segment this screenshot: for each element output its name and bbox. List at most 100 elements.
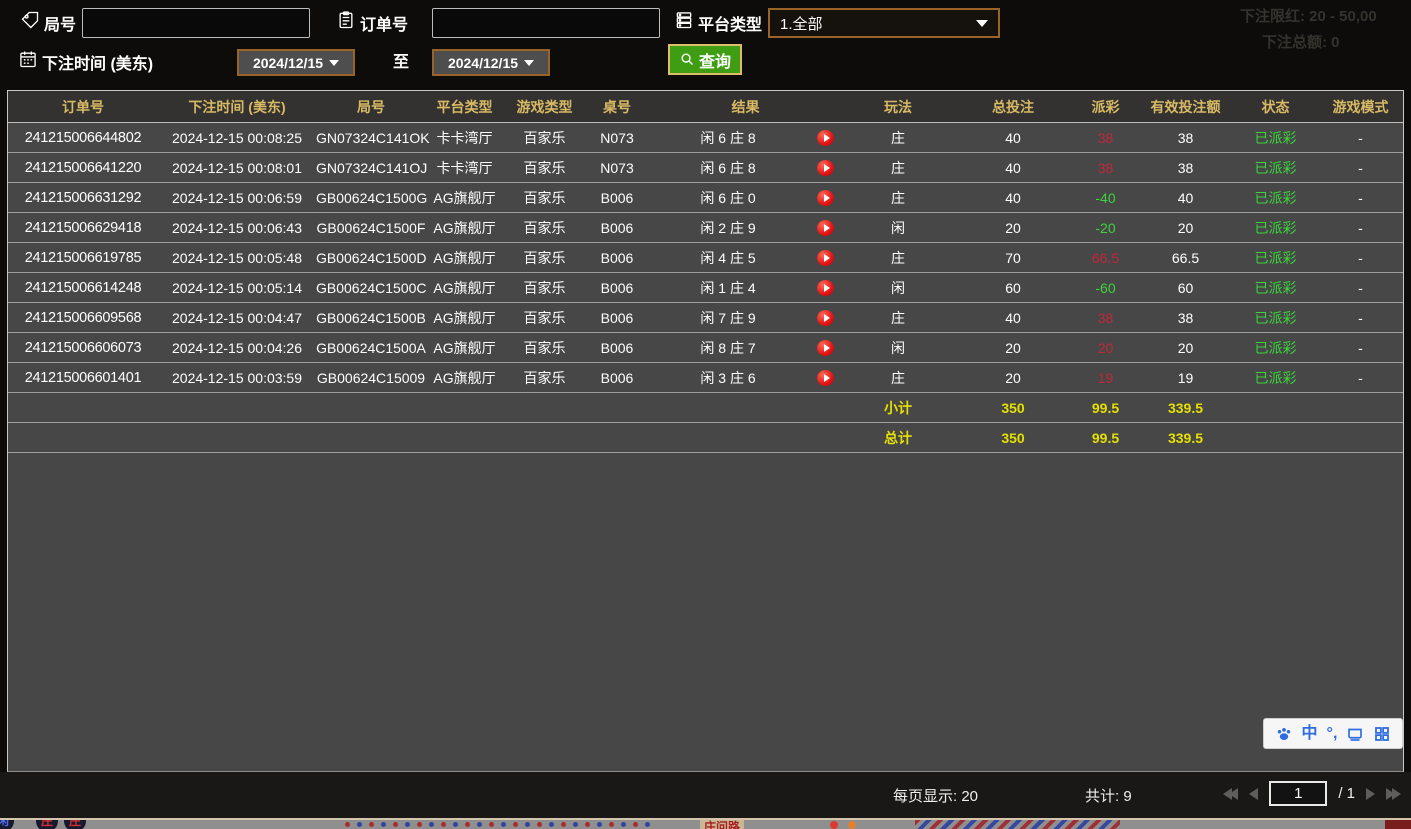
cell-mode: - xyxy=(1318,370,1403,386)
cell-round: GN07324C141OK xyxy=(316,130,426,146)
cell-valid: 60 xyxy=(1138,280,1233,296)
cell-time: 2024-12-15 00:04:26 xyxy=(158,340,316,356)
play-video-icon[interactable] xyxy=(817,250,834,266)
column-header-total: 总投注 xyxy=(953,97,1073,117)
play-video-icon[interactable] xyxy=(817,370,834,386)
cell-platform: AG旗舰厅 xyxy=(426,338,503,358)
roadmap-dot-row xyxy=(345,822,650,827)
cell-playtype: 庄 xyxy=(843,128,953,148)
cell-round: GB00624C1500G xyxy=(316,190,426,206)
page-total-label: / 1 xyxy=(1338,785,1355,802)
table-row: 2412150066060732024-12-15 00:04:26GB0062… xyxy=(8,333,1403,363)
play-video-icon[interactable] xyxy=(817,130,834,146)
ime-language-toggle[interactable]: 中 xyxy=(1302,726,1318,742)
round-number-input[interactable] xyxy=(82,8,310,38)
chevron-down-icon xyxy=(524,60,534,66)
table-row: 2412150066412202024-12-15 00:08:01GN0732… xyxy=(8,153,1403,183)
first-page-button[interactable] xyxy=(1223,788,1238,800)
previous-page-button[interactable] xyxy=(1249,788,1258,800)
play-video-icon[interactable] xyxy=(817,220,834,236)
search-icon xyxy=(679,51,696,68)
date-from-picker[interactable]: 2024/12/15 xyxy=(237,49,355,76)
cell-play xyxy=(808,159,843,176)
table-row: 2412150066197852024-12-15 00:05:48GB0062… xyxy=(8,243,1403,273)
results-table: 订单号下注时间 (美东)局号平台类型游戏类型桌号结果玩法总投注派彩有效投注额状态… xyxy=(7,90,1404,772)
cell-tableno: B006 xyxy=(586,220,648,236)
subtotal-row-payout: 99.5 xyxy=(1073,400,1138,416)
grid-menu-icon[interactable] xyxy=(1373,725,1391,743)
grand-total-row-total: 350 xyxy=(953,430,1073,446)
cell-round: GB00624C1500A xyxy=(316,340,426,356)
cell-round: GN07324C141OJ xyxy=(316,160,426,176)
play-video-icon[interactable] xyxy=(817,190,834,206)
subtotal-row-total: 350 xyxy=(953,400,1073,416)
ime-toolbar: 中 °, xyxy=(1263,718,1403,749)
cell-playtype: 庄 xyxy=(843,188,953,208)
cell-playtype: 庄 xyxy=(843,158,953,178)
cell-play xyxy=(808,219,843,236)
cell-result: 闲 1 庄 4 xyxy=(648,278,808,298)
cell-payout: 38 xyxy=(1073,310,1138,326)
cell-game: 百家乐 xyxy=(503,128,586,148)
cell-game: 百家乐 xyxy=(503,278,586,298)
cell-total: 40 xyxy=(953,310,1073,326)
subtotal-row: 小计35099.5339.5 xyxy=(8,393,1403,423)
clipboard-tray-icon[interactable] xyxy=(1346,725,1364,743)
cell-tableno: N073 xyxy=(586,130,648,146)
calendar-icon xyxy=(18,49,38,69)
cell-result: 闲 3 庄 6 xyxy=(648,368,808,388)
paw-icon[interactable] xyxy=(1275,725,1293,743)
table-body: 2412150066448022024-12-15 00:08:25GN0732… xyxy=(8,123,1403,453)
date-to-value: 2024/12/15 xyxy=(448,55,518,71)
cell-status: 已派彩 xyxy=(1233,308,1318,328)
table-row: 2412150066014012024-12-15 00:03:59GB0062… xyxy=(8,363,1403,393)
platform-type-select[interactable]: 1.全部 xyxy=(768,8,1000,38)
play-video-icon[interactable] xyxy=(817,160,834,176)
column-header-platform: 平台类型 xyxy=(426,97,503,117)
cell-valid: 40 xyxy=(1138,190,1233,206)
pagination-bar: 每页显示: 20 共计: 9 / 1 xyxy=(0,772,1411,818)
background-total-text: 下注总额: 0 xyxy=(1262,31,1340,52)
cell-status: 已派彩 xyxy=(1233,368,1318,388)
cell-time: 2024-12-15 00:05:48 xyxy=(158,250,316,266)
cell-play xyxy=(808,189,843,206)
cell-valid: 38 xyxy=(1138,160,1233,176)
date-to-picker[interactable]: 2024/12/15 xyxy=(432,49,550,76)
page-number-input[interactable] xyxy=(1269,781,1327,806)
cell-total: 70 xyxy=(953,250,1073,266)
play-video-icon[interactable] xyxy=(817,340,834,356)
round-number-label: 局号 xyxy=(44,11,76,35)
order-number-input[interactable] xyxy=(432,8,660,38)
cell-result: 闲 4 庄 5 xyxy=(648,248,808,268)
cell-time: 2024-12-15 00:05:14 xyxy=(158,280,316,296)
tag-icon xyxy=(20,10,40,30)
cell-order: 241215006606073 xyxy=(8,340,158,356)
total-count-label: 共计: 9 xyxy=(1085,785,1132,806)
next-page-button[interactable] xyxy=(1366,788,1375,800)
cell-platform: AG旗舰厅 xyxy=(426,308,503,328)
cell-round: GB00624C1500F xyxy=(316,220,426,236)
cell-order: 241215006629418 xyxy=(8,220,158,236)
cell-status: 已派彩 xyxy=(1233,158,1318,178)
search-button[interactable]: 查询 xyxy=(668,44,742,75)
table-row: 2412150066142482024-12-15 00:05:14GB0062… xyxy=(8,273,1403,303)
last-page-button[interactable] xyxy=(1386,788,1401,800)
pagination-controls: / 1 xyxy=(1223,781,1401,806)
cell-payout: 20 xyxy=(1073,340,1138,356)
cell-platform: AG旗舰厅 xyxy=(426,218,503,238)
play-video-icon[interactable] xyxy=(817,280,834,296)
cell-game: 百家乐 xyxy=(503,368,586,388)
column-header-playtype: 玩法 xyxy=(843,97,953,117)
cell-tableno: B006 xyxy=(586,250,648,266)
ime-punctuation-toggle[interactable]: °, xyxy=(1327,726,1338,742)
cell-game: 百家乐 xyxy=(503,188,586,208)
cell-status: 已派彩 xyxy=(1233,248,1318,268)
play-video-icon[interactable] xyxy=(817,310,834,326)
cell-payout: 38 xyxy=(1073,130,1138,146)
cell-total: 40 xyxy=(953,190,1073,206)
roadmap-red-block xyxy=(1385,820,1411,829)
cell-play xyxy=(808,129,843,146)
cell-playtype: 庄 xyxy=(843,308,953,328)
cell-result: 闲 8 庄 7 xyxy=(648,338,808,358)
cell-valid: 66.5 xyxy=(1138,250,1233,266)
